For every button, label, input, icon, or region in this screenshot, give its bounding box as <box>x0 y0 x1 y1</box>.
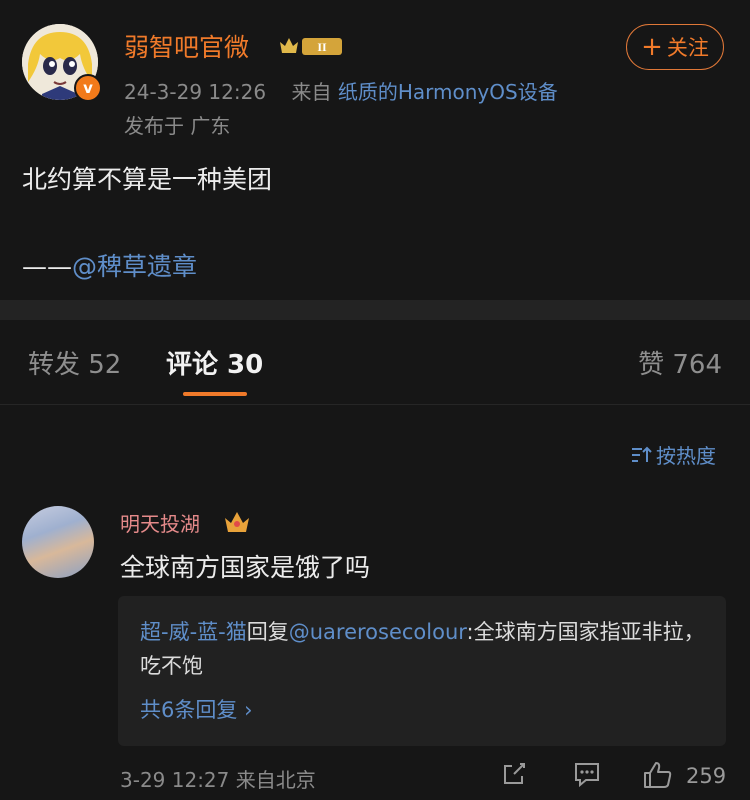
rank-badge-label: II <box>317 40 327 54</box>
chevron-right-icon: › <box>244 698 253 722</box>
sort-icon <box>632 446 652 462</box>
comment-time: 3-29 12:27 <box>120 768 230 792</box>
post-timestamp: 24-3-29 12:26 <box>124 80 267 104</box>
comment-icon[interactable] <box>572 760 602 792</box>
post-source-link[interactable]: 纸质的HarmonyOS设备 <box>338 80 558 104</box>
follow-button[interactable]: + 关注 <box>626 24 724 70</box>
crown-icon <box>222 508 252 536</box>
verified-badge-icon: v <box>74 74 102 102</box>
comment-location: 来自北京 <box>235 768 316 792</box>
sort-by-heat-button[interactable]: 按热度 <box>630 440 716 469</box>
commenter-name[interactable]: 明天投湖 <box>120 508 200 537</box>
section-divider <box>0 300 750 320</box>
tab-comments[interactable]: 评论 30 <box>166 344 263 381</box>
commenter-avatar[interactable] <box>22 506 94 578</box>
reply-user-link[interactable]: 超-威-蓝-猫 <box>140 620 247 644</box>
like-thumb-icon[interactable] <box>642 760 674 794</box>
rank-badge-icon: II <box>276 34 346 58</box>
tab-bar-border <box>0 404 750 405</box>
post-credit: ——@稗草遗章 <box>22 247 197 283</box>
post-text: 北约算不算是一种美团 <box>22 165 273 194</box>
share-icon[interactable] <box>500 760 528 792</box>
credit-mention-link[interactable]: @稗草遗章 <box>72 252 197 281</box>
tab-likes[interactable]: 赞 764 <box>638 344 722 381</box>
source-prefix: 来自 <box>291 80 332 104</box>
active-tab-indicator <box>183 392 247 396</box>
more-replies-label: 共6条回复 <box>140 698 238 722</box>
sort-label: 按热度 <box>656 444 716 468</box>
reply-target-link[interactable]: @uarerosecolour <box>289 620 467 644</box>
comment-text: 全球南方国家是饿了吗 <box>120 553 371 582</box>
credit-dash: —— <box>22 252 72 281</box>
reply-preview: 超-威-蓝-猫回复@uarerosecolour:全球南方国家指亚非拉，吃不饱 <box>140 615 715 683</box>
author-name[interactable]: 弱智吧官微 <box>124 28 249 64</box>
plus-icon: + <box>641 32 663 62</box>
comment-meta: 3-29 12:27 来自北京 <box>120 764 316 793</box>
post-location: 发布于 广东 <box>124 114 231 138</box>
tab-reposts[interactable]: 转发 52 <box>28 344 121 381</box>
reply-verb: 回复 <box>246 620 289 644</box>
follow-label: 关注 <box>666 36 709 60</box>
view-more-replies-link[interactable]: 共6条回复 › <box>140 694 252 724</box>
comment-like-count: 259 <box>686 764 727 788</box>
post-meta: 24-3-29 12:26 来自 纸质的HarmonyOS设备 <box>124 76 558 105</box>
